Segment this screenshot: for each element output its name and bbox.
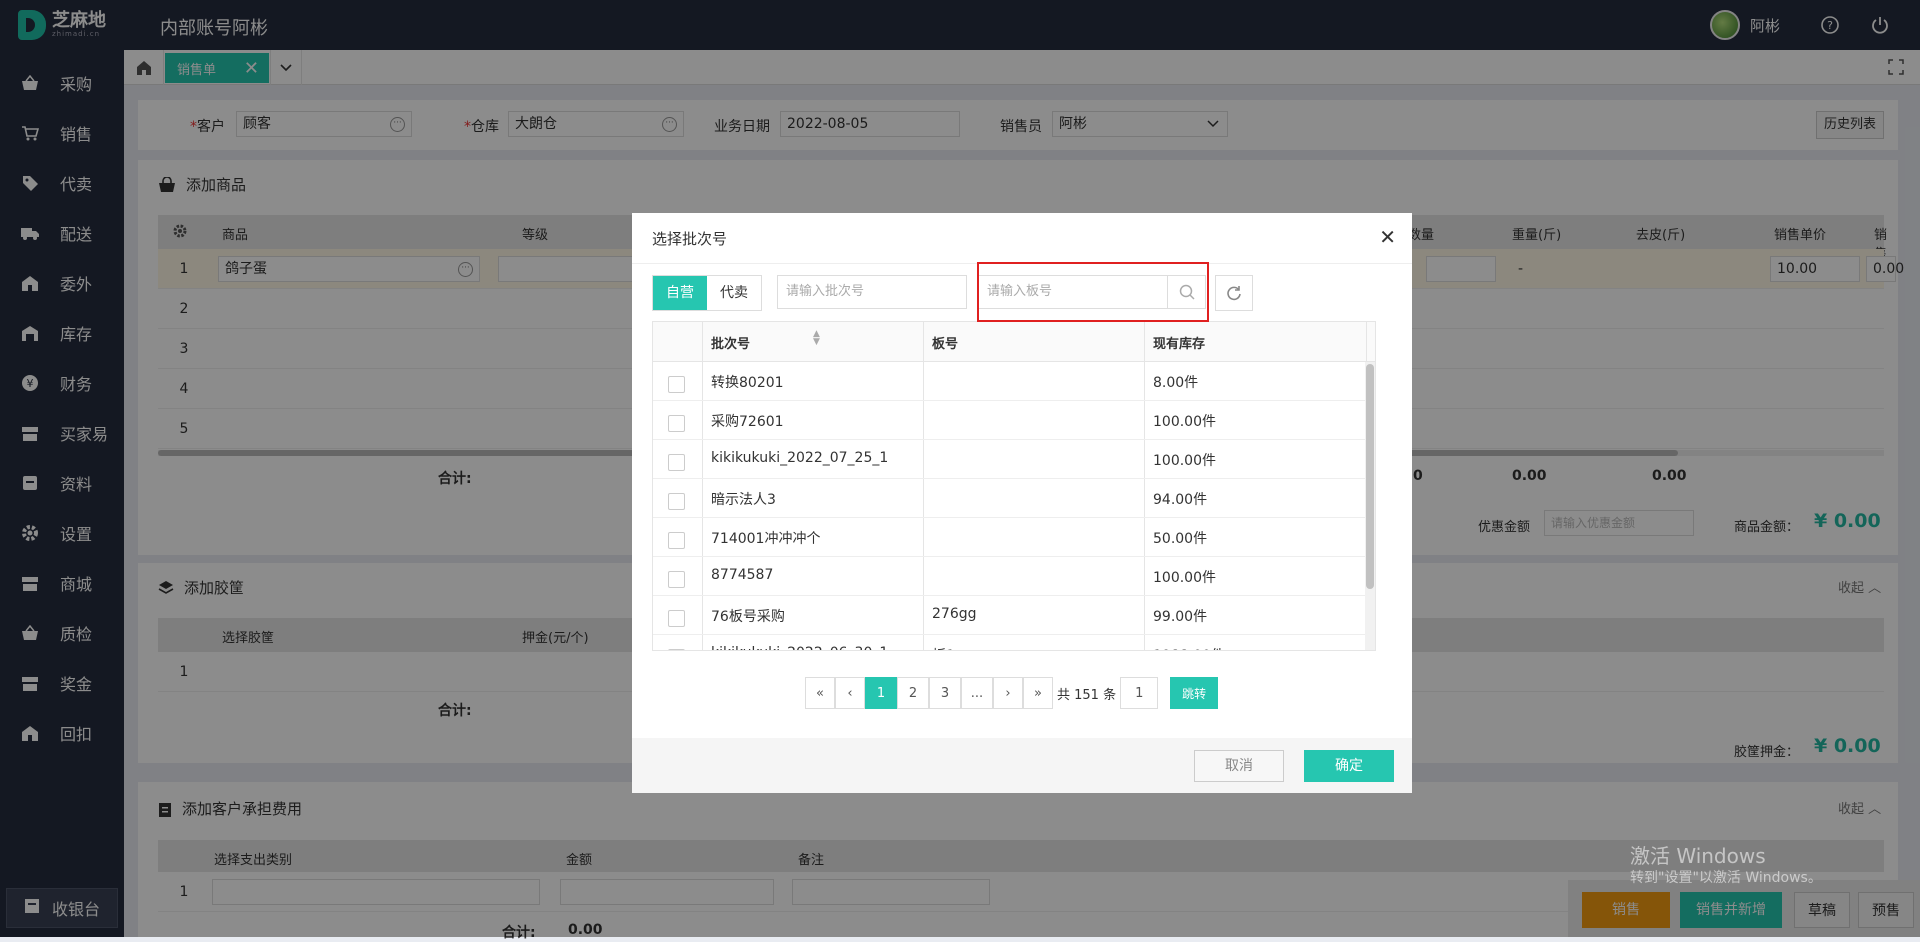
row-checkbox[interactable] [668, 571, 685, 588]
stock-cell: 100.00件 [1145, 401, 1367, 439]
row-checkbox[interactable] [668, 454, 685, 471]
stock-value: 99.00件 [1153, 609, 1208, 625]
stock-cell: 50.00件 [1145, 518, 1367, 556]
board-cell [924, 401, 1145, 439]
stock-value: 94.00件 [1153, 492, 1208, 508]
total-count: 共 151 条 [1057, 687, 1117, 703]
checkbox-cell [653, 518, 703, 556]
batch-number: 转换80201 [711, 375, 784, 391]
checkbox-cell [653, 635, 703, 650]
batch-cell: 8774587 [703, 557, 924, 595]
windows-watermark-sub: 转到"设置"以激活 Windows。 [1630, 870, 1822, 886]
batch-number: 采购72601 [711, 414, 784, 430]
header-board: 板号 [924, 322, 1145, 361]
stock-cell: 100.00件 [1145, 557, 1367, 595]
checkbox-cell [653, 401, 703, 439]
row-checkbox[interactable] [668, 493, 685, 510]
batch-table: 批次号 ▲ ▼ 板号 现有库存 转换80201 8.00件采购72601 100.00件… [652, 321, 1376, 651]
scroll-thumb[interactable] [1366, 364, 1374, 589]
pagination: « ‹ 1 2 3 ... › » 共 151 条 1 跳转 [805, 677, 1219, 709]
stock-value: 100.00件 [1153, 570, 1216, 586]
batch-cell: 采购72601 [703, 401, 924, 439]
stock-value: 1988.00件 [1153, 645, 1225, 650]
batch-number: 714001冲冲冲个 [711, 531, 821, 547]
page-jump-input[interactable]: 1 [1120, 677, 1159, 709]
row-checkbox[interactable] [668, 649, 685, 650]
batch-number: kikikukuki_2022_06_30_1 [711, 645, 888, 650]
batch-cell: 转换80201 [703, 362, 924, 400]
toggle-consign[interactable]: 代卖 [707, 276, 761, 310]
checkbox-cell [653, 362, 703, 400]
jump-button[interactable]: 跳转 [1170, 677, 1219, 709]
stock-cell: 8.00件 [1145, 362, 1367, 400]
board-number: 276gg [932, 606, 977, 622]
board-cell [924, 479, 1145, 517]
checkbox-cell [653, 479, 703, 517]
stock-cell: 100.00件 [1145, 440, 1367, 478]
batch-row[interactable]: 8774587 100.00件 [653, 557, 1367, 596]
row-checkbox[interactable] [668, 532, 685, 549]
stock-value: 50.00件 [1153, 531, 1208, 547]
prev-page-icon[interactable]: ‹ [835, 677, 865, 709]
batch-number: 暗示法人3 [711, 492, 776, 508]
header-batch[interactable]: 批次号 ▲ ▼ [703, 322, 924, 361]
batch-cell: kikikukuki_2022_06_30_1 [703, 635, 924, 650]
modal-footer: 取消 确定 [632, 738, 1412, 793]
checkbox-cell [653, 440, 703, 478]
page-2[interactable]: 2 [897, 677, 929, 709]
checkbox-cell [653, 557, 703, 595]
batch-search-input[interactable]: 请输入批次号 [777, 275, 967, 309]
modal-title: 选择批次号 [652, 230, 728, 248]
board-cell: 276gg [924, 596, 1145, 634]
sort-icon[interactable]: ▲ ▼ [813, 330, 820, 347]
highlight-box [977, 262, 1209, 322]
refresh-icon[interactable] [1215, 275, 1253, 311]
batch-cell: 76板号采购 [703, 596, 924, 634]
row-checkbox[interactable] [668, 415, 685, 432]
source-toggle: 自营 代卖 [652, 275, 762, 311]
batch-cell: 714001冲冲冲个 [703, 518, 924, 556]
board-cell [924, 557, 1145, 595]
batch-number: 76板号采购 [711, 609, 785, 625]
confirm-button[interactable]: 确定 [1304, 750, 1394, 782]
stock-cell: 1988.00件 [1145, 635, 1367, 650]
board-cell [924, 518, 1145, 556]
stock-value: 100.00件 [1153, 453, 1216, 469]
cancel-button[interactable]: 取消 [1194, 750, 1284, 782]
batch-row[interactable]: kikikukuki_2022_07_25_1 100.00件 [653, 440, 1367, 479]
batch-row[interactable]: 暗示法人3 94.00件 [653, 479, 1367, 518]
toggle-self[interactable]: 自营 [653, 276, 707, 310]
board-number: 板1 [932, 645, 955, 650]
batch-row[interactable]: 采购72601 100.00件 [653, 401, 1367, 440]
close-icon[interactable]: ✕ [1379, 225, 1396, 249]
board-cell [924, 440, 1145, 478]
header-stock: 现有库存 [1145, 322, 1367, 361]
batch-row[interactable]: 76板号采购 276gg 99.00件 [653, 596, 1367, 635]
batch-number: 8774587 [711, 567, 774, 583]
board-cell: 板1 [924, 635, 1145, 650]
stock-value: 8.00件 [1153, 375, 1199, 391]
batch-row[interactable]: 714001冲冲冲个 50.00件 [653, 518, 1367, 557]
page-3[interactable]: 3 [929, 677, 961, 709]
row-checkbox[interactable] [668, 376, 685, 393]
batch-row[interactable]: 转换80201 8.00件 [653, 362, 1367, 401]
batch-cell: 暗示法人3 [703, 479, 924, 517]
batch-table-header: 批次号 ▲ ▼ 板号 现有库存 [653, 322, 1375, 362]
last-page-icon[interactable]: » [1023, 677, 1053, 709]
first-page-icon[interactable]: « [805, 677, 835, 709]
page-1[interactable]: 1 [865, 677, 897, 709]
batch-row[interactable]: kikikukuki_2022_06_30_1 板1 1988.00件 [653, 635, 1367, 650]
stock-cell: 99.00件 [1145, 596, 1367, 634]
windows-watermark: 激活 Windows [1630, 844, 1766, 868]
stock-cell: 94.00件 [1145, 479, 1367, 517]
stock-value: 100.00件 [1153, 414, 1216, 430]
board-cell [924, 362, 1145, 400]
next-page-icon[interactable]: › [993, 677, 1023, 709]
checkbox-cell [653, 596, 703, 634]
page-ellipsis[interactable]: ... [961, 677, 993, 709]
batch-number: kikikukuki_2022_07_25_1 [711, 450, 889, 466]
select-all-col [653, 322, 703, 361]
batch-cell: kikikukuki_2022_07_25_1 [703, 440, 924, 478]
row-checkbox[interactable] [668, 610, 685, 627]
